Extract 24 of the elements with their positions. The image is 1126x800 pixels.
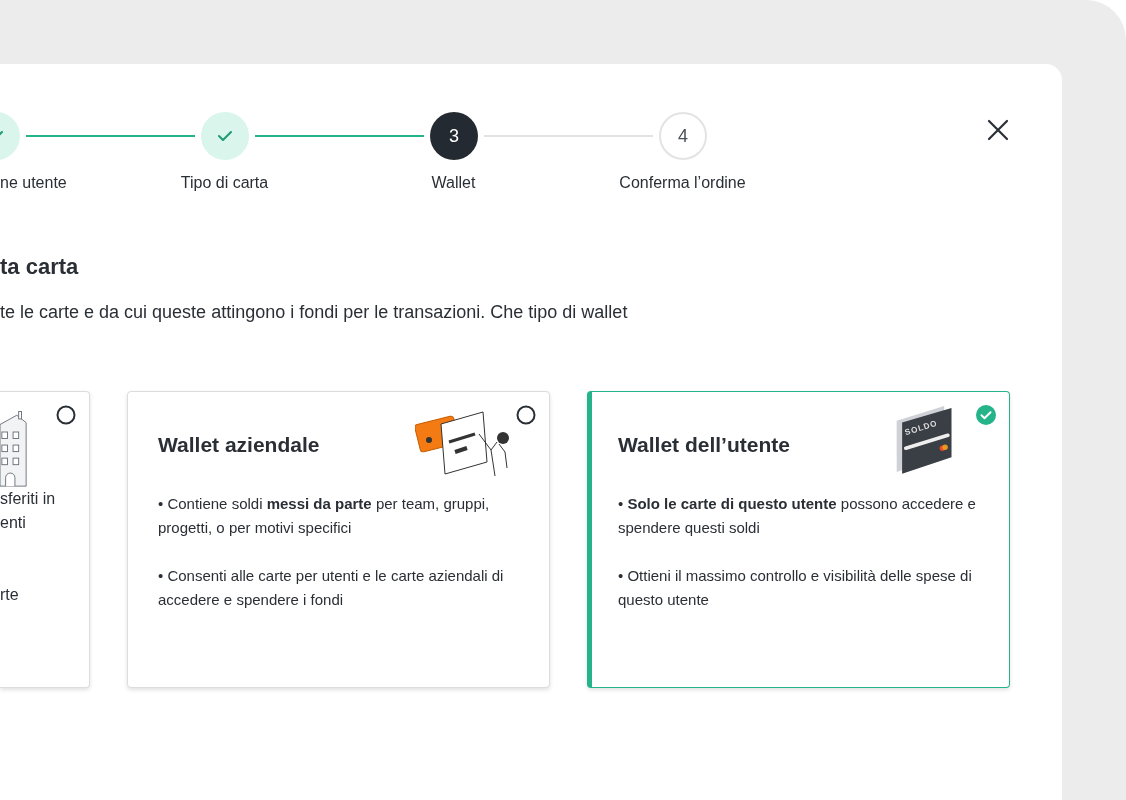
card-bullet-text: • Ottieni il massimo controllo e visibilità delle spese di questo utente xyxy=(618,566,973,610)
card-bullet-text: • Contiene soldi messi da parte per team, gruppi, progetti, o per motivi specifici xyxy=(158,494,491,538)
card-text: enti xyxy=(0,513,26,533)
close-icon[interactable] xyxy=(986,118,1010,142)
check-icon xyxy=(218,131,232,141)
card-title: Wallet dell’utente xyxy=(618,433,790,457)
step-label: Wallet xyxy=(431,174,476,192)
step-indicator: 4 xyxy=(659,112,707,160)
step-label: Conferma l’ordine xyxy=(619,174,746,192)
card-text: rte xyxy=(0,585,19,605)
selected-check-icon[interactable] xyxy=(976,405,996,425)
section-heading: ta carta xyxy=(0,254,80,280)
step-indicator: 3 xyxy=(430,112,478,160)
radio-button[interactable] xyxy=(516,405,536,425)
step-label: ne utente xyxy=(0,174,67,192)
description-text: te le carte e da cui queste attingono i fondi per le transazioni. Che tipo di wallet xyxy=(0,302,629,323)
step-label: Tipo di carta xyxy=(180,174,269,192)
wallet-option-card[interactable]: sferiti in enti rte xyxy=(0,391,90,688)
card-text: sferiti in xyxy=(0,489,56,509)
wallet-option-card[interactable]: Wallet aziendale • Contiene soldi messi da parte per team, gruppi, progetti, o per motivi specifici • Consenti alle carte per utenti e le carte aziendali di accedere e spendere i fondi xyxy=(127,391,550,688)
card-title: Wallet aziendale xyxy=(158,433,320,457)
radio-button[interactable] xyxy=(56,405,76,425)
card-bullet-text: • Consenti alle carte per utenti e le carte aziendali di accedere e spendere i fondi xyxy=(158,566,505,610)
card-bullet-text: • Solo le carte di questo utente possono accedere e spendere questi soldi xyxy=(618,494,977,538)
